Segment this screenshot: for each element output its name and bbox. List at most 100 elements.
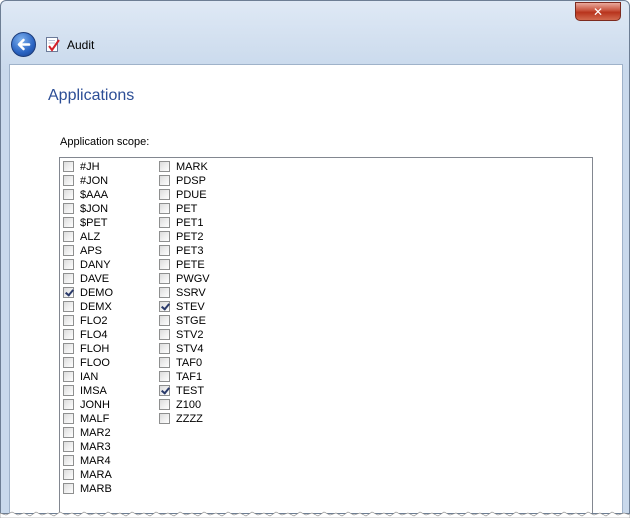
application-checkbox[interactable] <box>159 203 170 214</box>
application-item[interactable]: MARA <box>63 468 153 482</box>
application-item[interactable]: MAR4 <box>63 454 153 468</box>
application-checkbox[interactable] <box>63 203 74 214</box>
application-checkbox[interactable] <box>159 217 170 228</box>
application-item[interactable]: DANY <box>63 258 153 272</box>
application-item[interactable]: FLOH <box>63 342 153 356</box>
application-checkbox[interactable] <box>159 357 170 368</box>
application-item[interactable]: PETE <box>159 258 249 272</box>
application-item[interactable]: SSRV <box>159 286 249 300</box>
application-checkbox[interactable] <box>159 161 170 172</box>
application-item[interactable]: PWGV <box>159 272 249 286</box>
application-item[interactable]: PET1 <box>159 216 249 230</box>
application-checkbox[interactable] <box>63 483 74 494</box>
application-checkbox[interactable] <box>63 455 74 466</box>
application-item[interactable]: FLO2 <box>63 314 153 328</box>
application-checkbox[interactable] <box>159 231 170 242</box>
application-checkbox[interactable] <box>159 189 170 200</box>
application-label: STEV <box>176 301 205 313</box>
application-item[interactable]: STV2 <box>159 328 249 342</box>
application-checkbox[interactable] <box>63 427 74 438</box>
application-checkbox[interactable] <box>159 385 170 396</box>
application-item[interactable]: ALZ <box>63 230 153 244</box>
application-checkbox[interactable] <box>63 245 74 256</box>
application-item[interactable]: Z100 <box>159 398 249 412</box>
application-checkbox[interactable] <box>63 287 74 298</box>
application-checkbox[interactable] <box>63 273 74 284</box>
application-checkbox[interactable] <box>159 273 170 284</box>
application-item[interactable]: STGE <box>159 314 249 328</box>
application-checkbox[interactable] <box>159 343 170 354</box>
application-item[interactable]: MALF <box>63 412 153 426</box>
application-item[interactable]: TAF1 <box>159 370 249 384</box>
application-label: DEMX <box>80 301 112 313</box>
application-item[interactable]: $PET <box>63 216 153 230</box>
application-item[interactable]: TAF0 <box>159 356 249 370</box>
application-item[interactable]: JONH <box>63 398 153 412</box>
application-item[interactable]: PDUE <box>159 188 249 202</box>
application-item[interactable]: IAN <box>63 370 153 384</box>
application-label: JONH <box>80 399 110 411</box>
application-label: STGE <box>176 315 206 327</box>
application-item[interactable]: MARB <box>63 482 153 496</box>
application-item[interactable]: STV4 <box>159 342 249 356</box>
application-item[interactable]: STEV <box>159 300 249 314</box>
application-checkbox[interactable] <box>63 357 74 368</box>
application-checkbox[interactable] <box>63 399 74 410</box>
application-checkbox[interactable] <box>63 161 74 172</box>
application-item[interactable]: ZZZZ <box>159 412 249 426</box>
application-item[interactable]: MAR2 <box>63 426 153 440</box>
application-item[interactable]: TEST <box>159 384 249 398</box>
back-button[interactable] <box>11 32 36 57</box>
application-checkbox[interactable] <box>63 385 74 396</box>
application-checkbox[interactable] <box>159 315 170 326</box>
application-checkbox[interactable] <box>63 441 74 452</box>
torn-edge <box>0 511 630 518</box>
application-item[interactable]: FLO4 <box>63 328 153 342</box>
application-item[interactable]: MARK <box>159 160 249 174</box>
application-item[interactable]: #JH <box>63 160 153 174</box>
application-checkbox[interactable] <box>159 413 170 424</box>
application-checkbox[interactable] <box>159 287 170 298</box>
application-checkbox[interactable] <box>159 371 170 382</box>
application-checkbox[interactable] <box>63 189 74 200</box>
application-checkbox[interactable] <box>159 259 170 270</box>
application-label: PDUE <box>176 189 207 201</box>
application-checkbox[interactable] <box>63 329 74 340</box>
application-checkbox[interactable] <box>63 413 74 424</box>
application-item[interactable]: DEMX <box>63 300 153 314</box>
application-checkbox[interactable] <box>63 259 74 270</box>
application-scope-list[interactable]: #JH #JON $AAA $JON $PET ALZ APS DANY DAVE DEMO DEM… <box>59 157 593 513</box>
application-checkbox[interactable] <box>63 175 74 186</box>
application-label: TAF0 <box>176 357 203 369</box>
application-label: MAR2 <box>80 427 111 439</box>
application-checkbox[interactable] <box>63 469 74 480</box>
close-button[interactable]: ✕ <box>575 2 621 21</box>
application-item[interactable]: PET3 <box>159 244 249 258</box>
application-checkbox[interactable] <box>63 315 74 326</box>
application-checkbox[interactable] <box>63 301 74 312</box>
application-item[interactable]: PET <box>159 202 249 216</box>
application-checkbox[interactable] <box>159 175 170 186</box>
application-checkbox[interactable] <box>63 371 74 382</box>
application-item[interactable]: MAR3 <box>63 440 153 454</box>
application-item[interactable]: DEMO <box>63 286 153 300</box>
application-item[interactable]: $JON <box>63 202 153 216</box>
application-label: TEST <box>176 385 205 397</box>
application-checkbox[interactable] <box>159 245 170 256</box>
application-item[interactable]: $AAA <box>63 188 153 202</box>
application-item[interactable]: IMSA <box>63 384 153 398</box>
application-item[interactable]: DAVE <box>63 272 153 286</box>
application-checkbox[interactable] <box>63 231 74 242</box>
application-item[interactable]: FLOO <box>63 356 153 370</box>
window-title: Audit <box>67 38 95 52</box>
application-item[interactable]: APS <box>63 244 153 258</box>
application-item[interactable]: PET2 <box>159 230 249 244</box>
application-checkbox[interactable] <box>159 399 170 410</box>
application-item[interactable]: #JON <box>63 174 153 188</box>
application-checkbox[interactable] <box>159 301 170 312</box>
application-checkbox[interactable] <box>63 343 74 354</box>
application-checkbox[interactable] <box>63 217 74 228</box>
application-checkbox[interactable] <box>159 329 170 340</box>
back-arrow-icon <box>17 38 31 51</box>
application-item[interactable]: PDSP <box>159 174 249 188</box>
